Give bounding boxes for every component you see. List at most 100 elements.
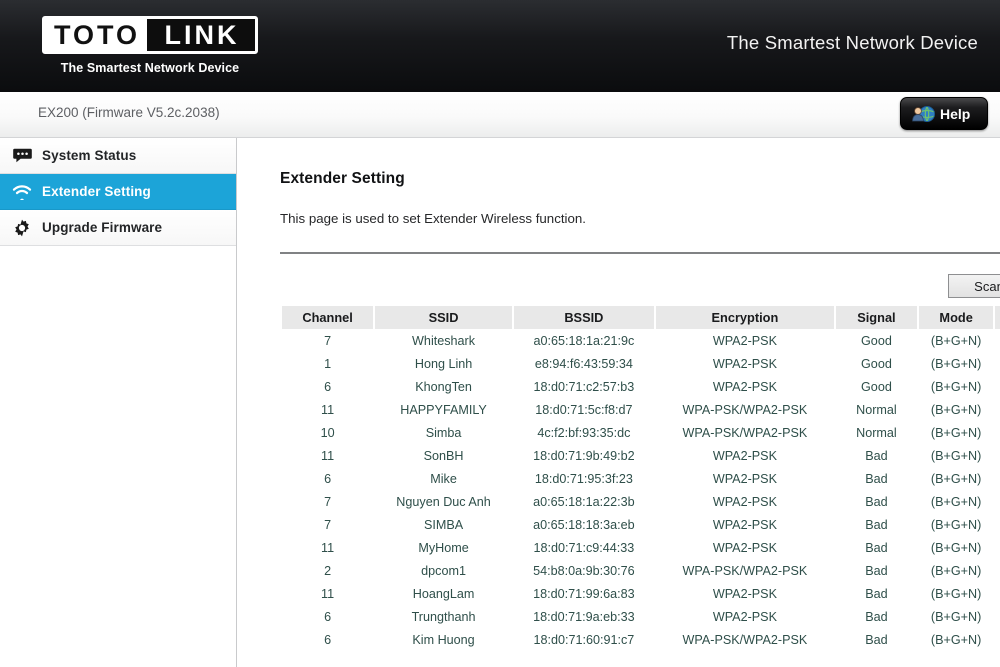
cell-signal: Bad <box>836 444 917 467</box>
cell-channel: 11 <box>282 398 373 421</box>
sidebar-item-label: Extender Setting <box>42 184 151 199</box>
cell-signal: Bad <box>836 605 917 628</box>
cell-signal: Normal <box>836 398 917 421</box>
column-header-bssid: BSSID <box>514 306 654 329</box>
scan-button[interactable]: Scan <box>948 274 1000 298</box>
table-row: 1Hong Linhe8:94:f6:43:59:34WPA2-PSKGood(… <box>282 352 1000 375</box>
cell-ssid: HoangLam <box>375 582 512 605</box>
cell-encryption: WPA2-PSK <box>656 444 834 467</box>
cell-encryption: WPA2-PSK <box>656 536 834 559</box>
cell-select <box>995 582 1000 605</box>
cell-mode: (B+G+N) <box>919 329 994 352</box>
table-row: 11HAPPYFAMILY18:d0:71:5c:f8:d7WPA-PSK/WP… <box>282 398 1000 421</box>
table-row: 6KhongTen18:d0:71:c2:57:b3WPA2-PSKGood(B… <box>282 375 1000 398</box>
cell-signal: Bad <box>836 513 917 536</box>
cell-ssid: Trungthanh <box>375 605 512 628</box>
cell-encryption: WPA-PSK/WPA2-PSK <box>656 628 834 651</box>
cell-bssid: a0:65:18:1a:22:3b <box>514 490 654 513</box>
cell-encryption: WPA2-PSK <box>656 467 834 490</box>
cell-bssid: 18:d0:71:9a:eb:33 <box>514 605 654 628</box>
cell-bssid: 18:d0:71:60:91:c7 <box>514 628 654 651</box>
logo-tagline: The Smartest Network Device <box>42 61 258 75</box>
wifi-icon <box>11 181 33 203</box>
table-row: 11MyHome18:d0:71:c9:44:33WPA2-PSKBad(B+G… <box>282 536 1000 559</box>
cell-channel: 6 <box>282 375 373 398</box>
cell-mode: (B+G+N) <box>919 444 994 467</box>
column-header-select: Select <box>995 306 1000 329</box>
cell-channel: 7 <box>282 329 373 352</box>
cell-channel: 7 <box>282 513 373 536</box>
cell-ssid: SonBH <box>375 444 512 467</box>
table-row: 11SonBH18:d0:71:9b:49:b2WPA2-PSKBad(B+G+… <box>282 444 1000 467</box>
cell-channel: 10 <box>282 421 373 444</box>
cell-encryption: WPA2-PSK <box>656 582 834 605</box>
cell-select <box>995 444 1000 467</box>
cell-bssid: 18:d0:71:c9:44:33 <box>514 536 654 559</box>
main-content: Extender Setting This page is used to se… <box>237 138 1000 667</box>
table-row: 7SIMBAa0:65:18:18:3a:ebWPA2-PSKBad(B+G+N… <box>282 513 1000 536</box>
cell-signal: Bad <box>836 582 917 605</box>
cell-ssid: KhongTen <box>375 375 512 398</box>
cell-encryption: WPA2-PSK <box>656 605 834 628</box>
cell-select <box>995 605 1000 628</box>
cell-channel: 11 <box>282 536 373 559</box>
cell-mode: (B+G+N) <box>919 398 994 421</box>
cell-mode: (B+G+N) <box>919 536 994 559</box>
cell-bssid: 18:d0:71:95:3f:23 <box>514 467 654 490</box>
sidebar-item-system-status[interactable]: System Status <box>0 138 236 174</box>
table-row: 6Mike18:d0:71:95:3f:23WPA2-PSKBad(B+G+N) <box>282 467 1000 490</box>
cell-select <box>995 559 1000 582</box>
cell-ssid: SIMBA <box>375 513 512 536</box>
table-row: 7Whitesharka0:65:18:1a:21:9cWPA2-PSKGood… <box>282 329 1000 352</box>
cell-mode: (B+G+N) <box>919 375 994 398</box>
logo-toto-text: TOTO <box>45 19 147 51</box>
divider <box>280 252 1000 254</box>
table-body: 7Whitesharka0:65:18:1a:21:9cWPA2-PSKGood… <box>282 329 1000 651</box>
cell-mode: (B+G+N) <box>919 421 994 444</box>
column-header-encryption: Encryption <box>656 306 834 329</box>
cell-ssid: Mike <box>375 467 512 490</box>
cell-ssid: Hong Linh <box>375 352 512 375</box>
cell-encryption: WPA2-PSK <box>656 329 834 352</box>
cell-ssid: Nguyen Duc Anh <box>375 490 512 513</box>
cell-mode: (B+G+N) <box>919 467 994 490</box>
cell-channel: 7 <box>282 490 373 513</box>
wireless-scan-table: Channel SSID BSSID Encryption Signal Mod… <box>280 306 1000 651</box>
sidebar-item-label: System Status <box>42 148 136 163</box>
table-row: 11HoangLam18:d0:71:99:6a:83WPA2-PSKBad(B… <box>282 582 1000 605</box>
cell-mode: (B+G+N) <box>919 559 994 582</box>
cell-mode: (B+G+N) <box>919 582 994 605</box>
cell-ssid: Whiteshark <box>375 329 512 352</box>
cell-mode: (B+G+N) <box>919 628 994 651</box>
column-header-signal: Signal <box>836 306 917 329</box>
page-title: Extender Setting <box>280 170 1000 188</box>
cell-channel: 6 <box>282 467 373 490</box>
table-row: 10Simba4c:f2:bf:93:35:dcWPA-PSK/WPA2-PSK… <box>282 421 1000 444</box>
table-row: 2dpcom154:b8:0a:9b:30:76WPA-PSK/WPA2-PSK… <box>282 559 1000 582</box>
cell-signal: Bad <box>836 559 917 582</box>
cell-encryption: WPA2-PSK <box>656 375 834 398</box>
gear-icon <box>11 217 33 239</box>
cell-mode: (B+G+N) <box>919 513 994 536</box>
firmware-bar: EX200 (Firmware V5.2c.2038) Help <box>0 92 1000 138</box>
cell-encryption: WPA-PSK/WPA2-PSK <box>656 398 834 421</box>
cell-channel: 11 <box>282 444 373 467</box>
sidebar: System Status Extender Setting Upgrade F… <box>0 138 237 667</box>
page-body: System Status Extender Setting Upgrade F… <box>0 138 1000 667</box>
logo-box: TOTO LINK <box>42 16 258 54</box>
cell-encryption: WPA-PSK/WPA2-PSK <box>656 559 834 582</box>
cell-signal: Bad <box>836 536 917 559</box>
cell-select <box>995 398 1000 421</box>
cell-bssid: 18:d0:71:9b:49:b2 <box>514 444 654 467</box>
cell-encryption: WPA2-PSK <box>656 513 834 536</box>
cell-channel: 1 <box>282 352 373 375</box>
cell-select <box>995 421 1000 444</box>
cell-select <box>995 329 1000 352</box>
help-user-globe-icon <box>909 104 937 124</box>
cell-select <box>995 490 1000 513</box>
help-button[interactable]: Help <box>900 97 988 130</box>
sidebar-item-extender-setting[interactable]: Extender Setting <box>0 174 236 210</box>
table-row: 6Kim Huong18:d0:71:60:91:c7WPA-PSK/WPA2-… <box>282 628 1000 651</box>
cell-signal: Normal <box>836 421 917 444</box>
sidebar-item-upgrade-firmware[interactable]: Upgrade Firmware <box>0 210 236 246</box>
